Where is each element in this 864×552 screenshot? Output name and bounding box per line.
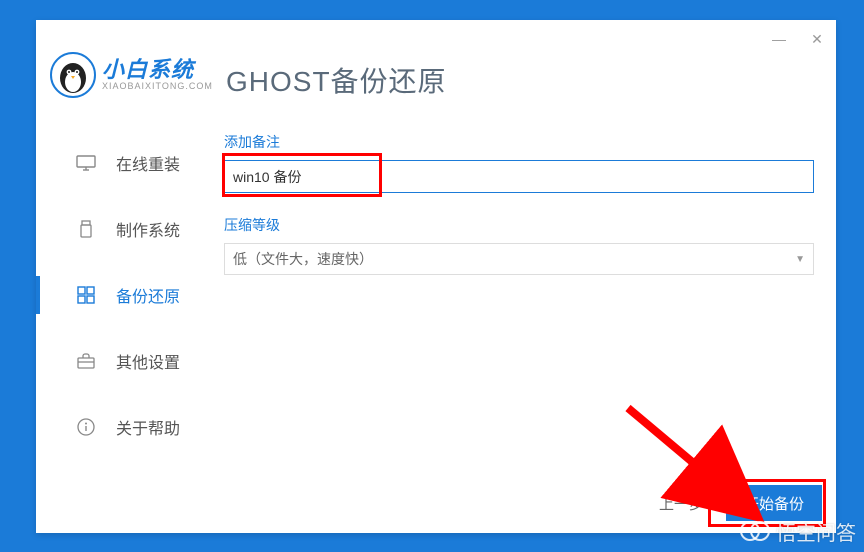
note-input[interactable] [224, 160, 814, 193]
compress-select[interactable]: 低（文件大，速度快） ▼ [224, 243, 814, 275]
titlebar-controls: — ✕ [760, 20, 836, 58]
page-title: GHOST备份还原 [226, 60, 447, 100]
main-content: 添加备注 压缩等级 低（文件大，速度快） ▼ [224, 132, 816, 275]
info-icon [76, 417, 96, 437]
sidebar-item-other-settings[interactable]: 其他设置 [36, 328, 224, 394]
toolbox-icon [76, 351, 96, 371]
sidebar-item-make-system[interactable]: 制作系统 [36, 196, 224, 262]
sidebar-item-label: 其他设置 [116, 349, 180, 373]
sidebar-item-label: 备份还原 [116, 283, 180, 307]
note-label: 添加备注 [224, 132, 816, 152]
close-button[interactable]: ✕ [798, 20, 836, 58]
compress-value: 低（文件大，速度快） [233, 249, 373, 269]
grid-icon [76, 285, 96, 305]
start-backup-button[interactable]: 开始备份 [726, 485, 822, 521]
sidebar-item-label: 关于帮助 [116, 415, 180, 439]
minimize-button[interactable]: — [760, 20, 798, 58]
sidebar-item-label: 在线重装 [116, 151, 180, 175]
app-logo: 小白系统 XIAOBAIXITONG.COM [50, 52, 213, 98]
sidebar: 在线重装 制作系统 备份还原 [36, 130, 224, 460]
sidebar-item-label: 制作系统 [116, 217, 180, 241]
monitor-icon [76, 153, 96, 173]
compress-label: 压缩等级 [224, 215, 816, 235]
logo-text: 小白系统 [102, 59, 213, 81]
chevron-down-icon: ▼ [795, 254, 805, 265]
sidebar-item-backup-restore[interactable]: 备份还原 [36, 262, 224, 328]
footer-actions: 上一步 开始备份 [659, 485, 822, 521]
penguin-logo-icon [50, 52, 96, 98]
app-window: — ✕ 小白系统 XIAOBAIXITONG.COM GHOST备份还原 [36, 20, 836, 533]
logo-subtext: XIAOBAIXITONG.COM [102, 81, 213, 92]
prev-button[interactable]: 上一步 [659, 493, 704, 514]
sidebar-item-online-install[interactable]: 在线重装 [36, 130, 224, 196]
sidebar-item-about-help[interactable]: 关于帮助 [36, 394, 224, 460]
usb-icon [76, 219, 96, 239]
